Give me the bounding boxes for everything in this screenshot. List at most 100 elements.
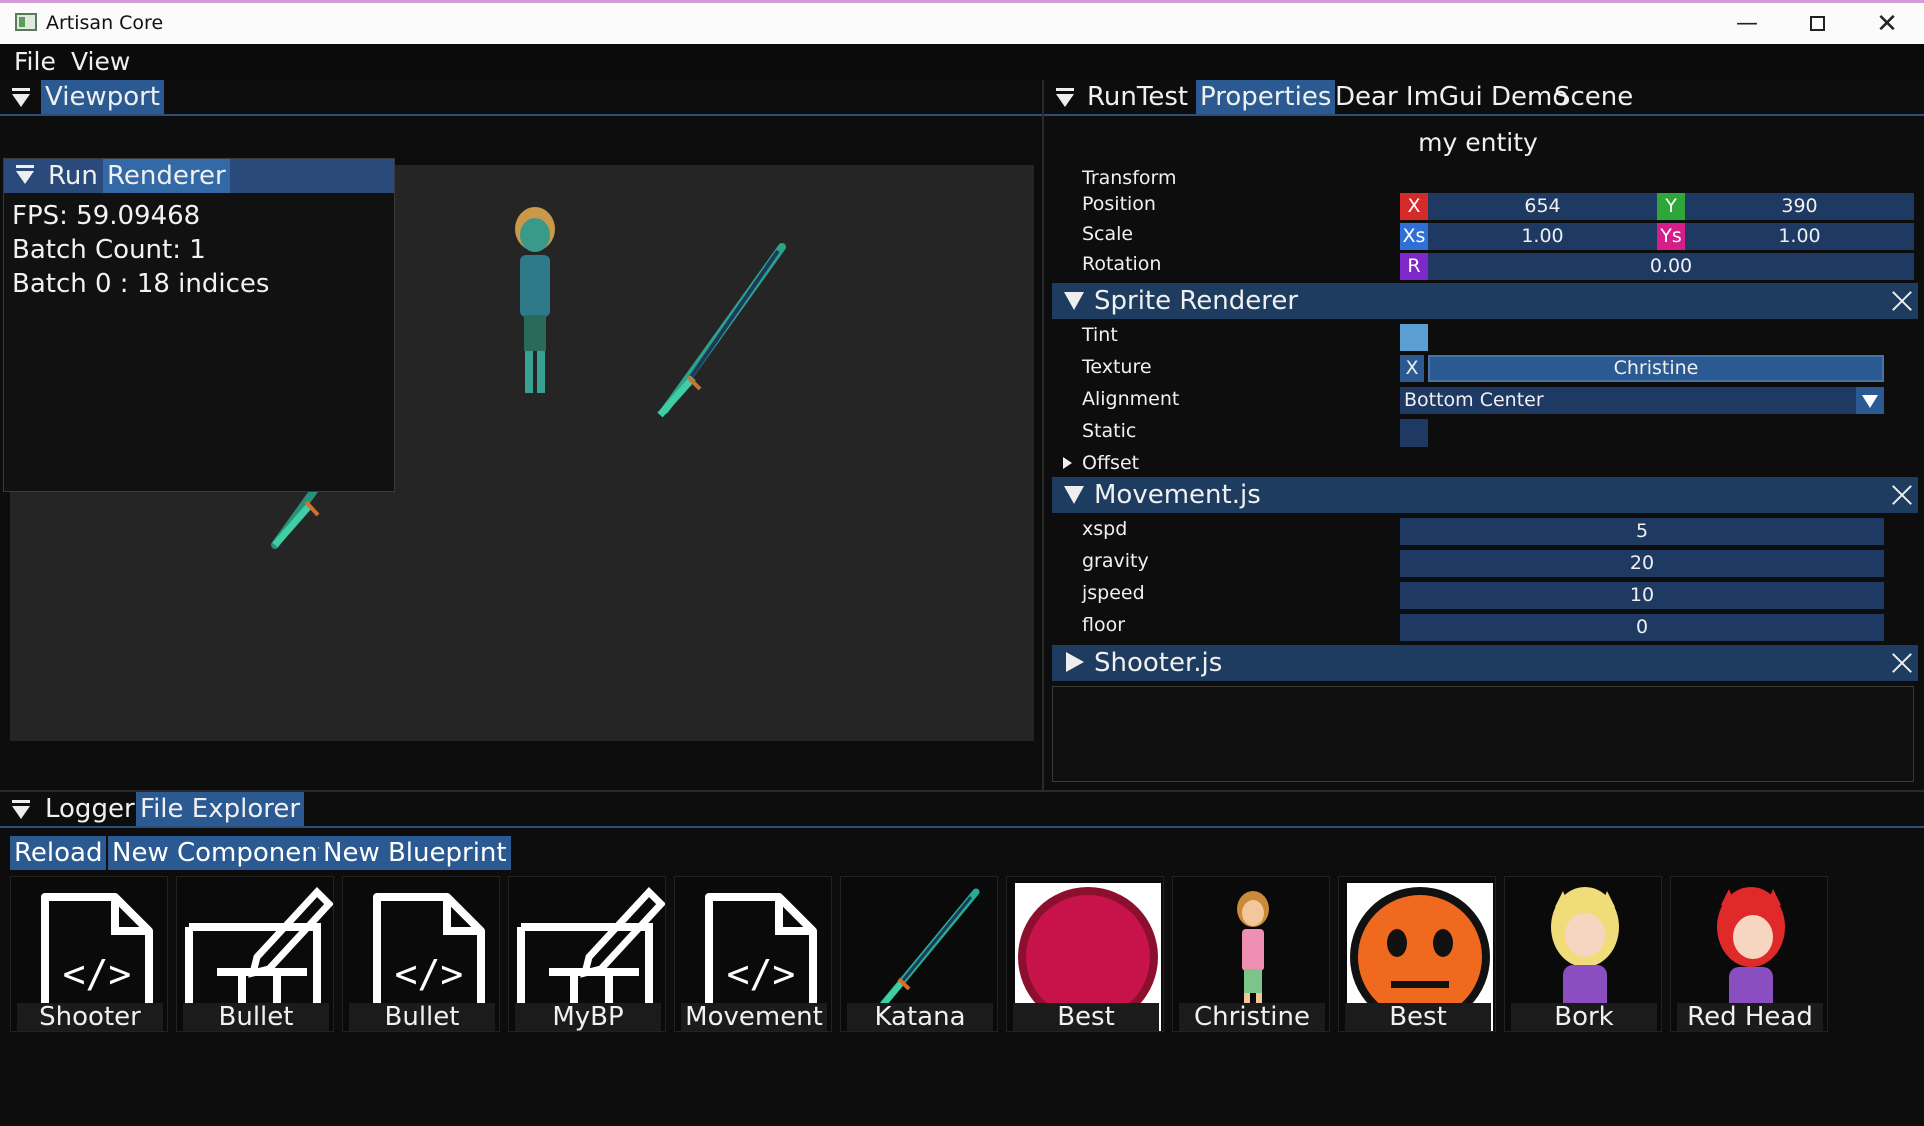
maximize-button[interactable] xyxy=(1782,3,1852,44)
movement-title: Movement.js xyxy=(1094,480,1261,510)
shooter-title: Shooter.js xyxy=(1094,648,1223,678)
tab-viewport[interactable]: Viewport xyxy=(41,80,164,114)
tint-label: Tint xyxy=(1082,324,1118,346)
file-tile-movement[interactable]: </> Movement xyxy=(674,876,832,1032)
file-tile-katana[interactable]: Katana xyxy=(840,876,998,1032)
close-icon: ✕ xyxy=(1876,8,1898,39)
tab-runtest[interactable]: RunTest xyxy=(1083,80,1192,114)
sprite-renderer-title: Sprite Renderer xyxy=(1094,286,1299,316)
jspeed-label: jspeed xyxy=(1082,582,1145,604)
position-x-field[interactable]: 654 xyxy=(1428,193,1657,220)
fps-text: FPS: 59.09468 xyxy=(12,201,201,231)
xspd-label: xspd xyxy=(1082,518,1128,540)
tab-properties[interactable]: Properties xyxy=(1196,80,1336,114)
tab-file-explorer[interactable]: File Explorer xyxy=(136,792,305,826)
window-title: Artisan Core xyxy=(46,12,164,34)
batch-indices-text: Batch 0 : 18 indices xyxy=(12,269,270,299)
svg-text:</>: </> xyxy=(395,952,464,996)
maximize-icon xyxy=(1809,16,1825,31)
gravity-label: gravity xyxy=(1082,550,1149,572)
floor-field[interactable]: 0 xyxy=(1400,614,1884,641)
file-name: MyBP xyxy=(515,1003,661,1031)
chevron-down-icon xyxy=(1862,395,1878,408)
xspd-field[interactable]: 5 xyxy=(1400,518,1884,545)
collapse-arrow-icon xyxy=(1064,486,1084,504)
remove-component-icon[interactable] xyxy=(1892,485,1912,505)
file-tile-red-head[interactable]: Red Head xyxy=(1670,876,1828,1032)
gravity-field[interactable]: 20 xyxy=(1400,550,1884,577)
file-name: Bork xyxy=(1511,1003,1657,1031)
file-tile-christine[interactable]: Christine xyxy=(1172,876,1330,1032)
new-component-button[interactable]: New Component xyxy=(108,836,332,870)
file-name: Movement xyxy=(681,1003,827,1031)
remove-component-icon[interactable] xyxy=(1892,291,1912,311)
close-window-button[interactable]: ✕ xyxy=(1852,3,1922,44)
menu-view[interactable]: View xyxy=(71,47,130,76)
entity-name: my entity xyxy=(1418,128,1538,157)
collapse-arrow-icon xyxy=(1064,292,1084,310)
file-name: Red Head xyxy=(1677,1003,1823,1031)
tab-logger[interactable]: Logger xyxy=(41,792,139,826)
remove-component-icon[interactable] xyxy=(1892,653,1912,673)
texture-clear-button[interactable]: X xyxy=(1400,355,1424,382)
tab-scene[interactable]: Scene xyxy=(1550,80,1637,114)
file-tile-best-face[interactable]: Best xyxy=(1338,876,1496,1032)
minimize-button[interactable]: — xyxy=(1712,3,1782,44)
file-name: Shooter xyxy=(17,1003,163,1031)
dropdown-button[interactable] xyxy=(1856,387,1884,414)
rotation-field[interactable]: 0.00 xyxy=(1428,253,1914,280)
rotation-label: Rotation xyxy=(1082,253,1162,275)
app-icon xyxy=(15,13,37,31)
add-component-area[interactable] xyxy=(1052,686,1914,782)
svg-text:</>: </> xyxy=(63,952,132,996)
file-name: Katana xyxy=(847,1003,993,1031)
bottom-tabbar: Logger File Explorer xyxy=(0,792,1924,828)
file-tile-shooter[interactable]: </> Shooter xyxy=(10,876,168,1032)
svg-text:</>: </> xyxy=(727,952,796,996)
run-renderer-window[interactable]: Run Renderer FPS: 59.09468 Batch Count: … xyxy=(3,158,395,492)
batch-count-text: Batch Count: 1 xyxy=(12,235,206,265)
x-label: X xyxy=(1400,193,1428,220)
file-tile-bork[interactable]: Bork xyxy=(1504,876,1662,1032)
file-tile-mybp[interactable]: MyBP xyxy=(508,876,666,1032)
reload-button[interactable]: Reload xyxy=(10,836,107,870)
properties-tabbar: RunTest Properties Dear ImGui Demo Scene xyxy=(1044,80,1924,116)
static-checkbox[interactable] xyxy=(1400,419,1428,447)
alignment-value: Bottom Center xyxy=(1404,389,1544,411)
static-label: Static xyxy=(1082,420,1137,442)
file-tile-bullet-script[interactable]: </> Bullet xyxy=(342,876,500,1032)
offset-label[interactable]: Offset xyxy=(1082,452,1139,474)
y-label: Y xyxy=(1657,193,1685,220)
file-tile-bullet-blueprint[interactable]: Bullet xyxy=(176,876,334,1032)
panel-menu-icon[interactable] xyxy=(1054,88,1076,110)
viewport-tabbar: Viewport xyxy=(0,80,1042,116)
position-y-field[interactable]: 390 xyxy=(1685,193,1914,220)
texture-label: Texture xyxy=(1082,356,1152,378)
scale-x-field[interactable]: 1.00 xyxy=(1428,223,1657,250)
katana-sprite-1 xyxy=(657,243,786,418)
scale-y-field[interactable]: 1.00 xyxy=(1685,223,1914,250)
new-blueprint-button[interactable]: New Blueprint xyxy=(319,836,511,870)
file-tile-best-ball[interactable]: Best xyxy=(1006,876,1164,1032)
tab-renderer[interactable]: Renderer xyxy=(103,159,230,193)
alignment-select[interactable]: Bottom Center xyxy=(1400,387,1884,414)
menu-file[interactable]: File xyxy=(14,47,56,76)
jspeed-field[interactable]: 10 xyxy=(1400,582,1884,609)
file-name: Bullet xyxy=(183,1003,329,1031)
texture-field[interactable]: Christine xyxy=(1428,355,1884,382)
movement-header[interactable]: Movement.js xyxy=(1052,477,1918,513)
tab-dear-imgui-demo[interactable]: Dear ImGui Demo xyxy=(1331,80,1572,114)
panel-menu-icon[interactable] xyxy=(10,88,32,110)
panel-menu-icon[interactable] xyxy=(14,165,36,187)
sprite-renderer-header[interactable]: Sprite Renderer xyxy=(1052,283,1918,319)
expand-arrow-icon[interactable] xyxy=(1063,457,1072,469)
file-name: Best xyxy=(1013,1003,1159,1031)
file-name: Christine xyxy=(1179,1003,1325,1031)
r-label: R xyxy=(1400,253,1428,280)
position-label: Position xyxy=(1082,193,1156,215)
tab-run[interactable]: Run xyxy=(44,159,102,193)
shooter-header[interactable]: Shooter.js xyxy=(1052,645,1918,681)
character-sprite xyxy=(515,207,555,393)
tint-color-swatch[interactable] xyxy=(1400,324,1428,351)
panel-menu-icon[interactable] xyxy=(10,800,32,822)
